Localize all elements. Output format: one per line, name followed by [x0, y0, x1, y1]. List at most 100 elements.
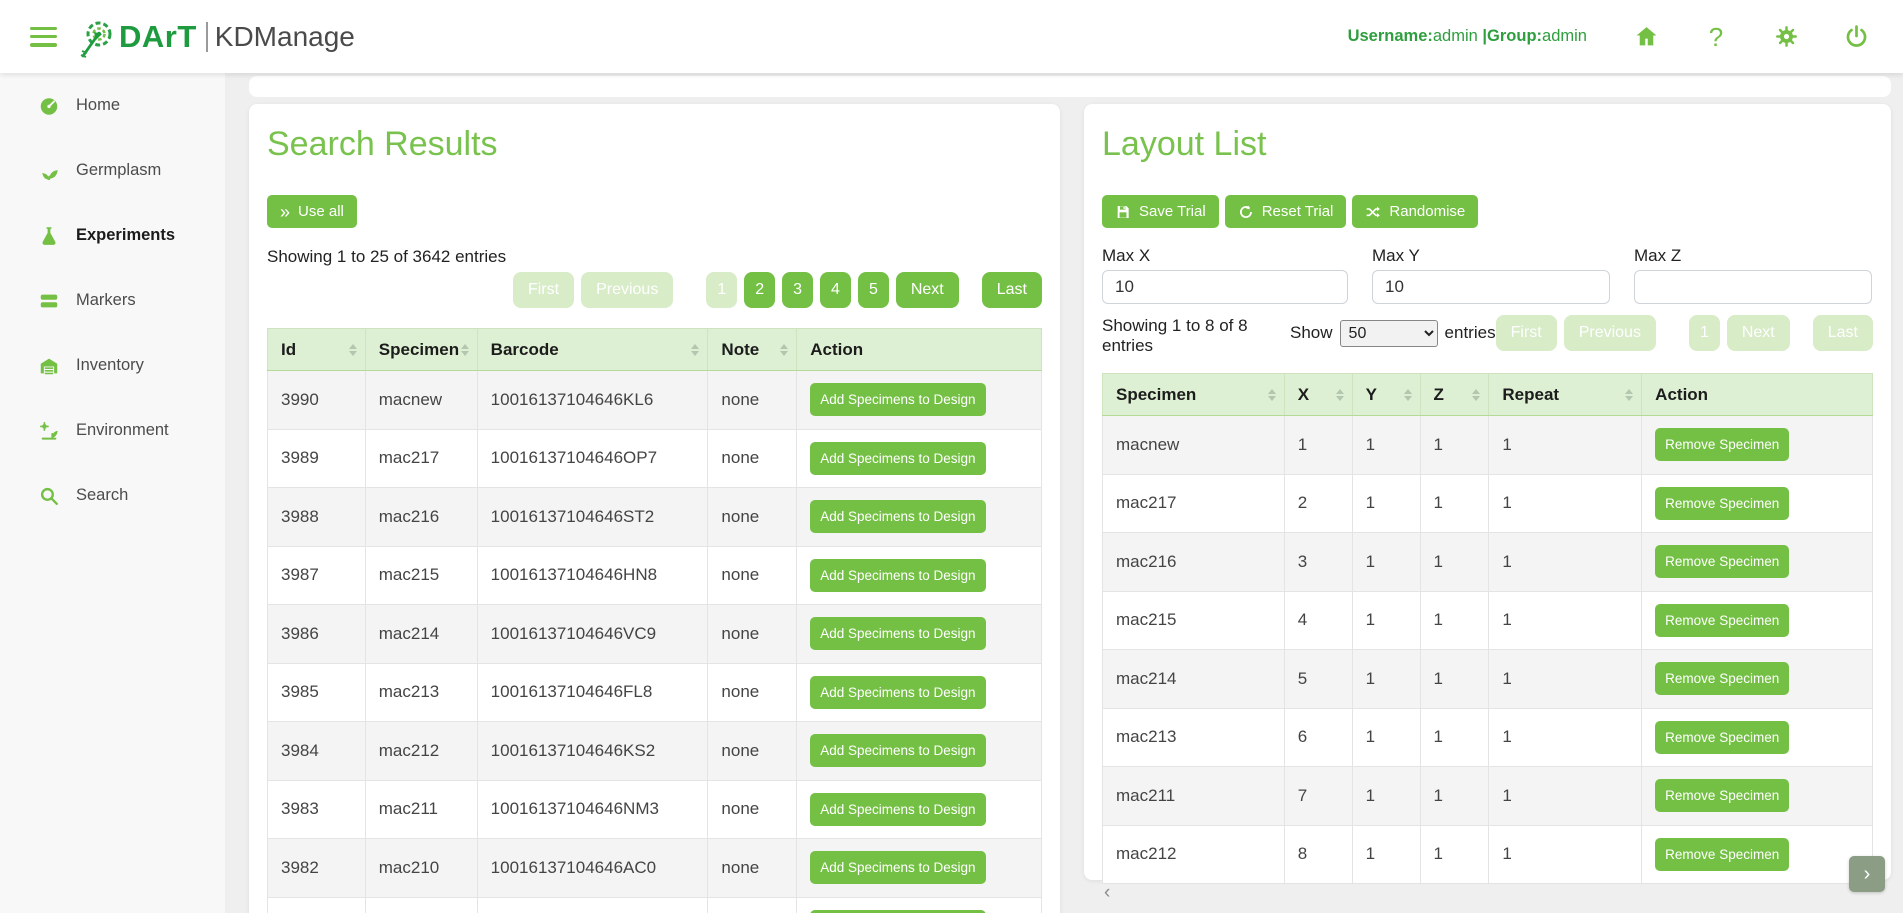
sort-icon: [1404, 389, 1412, 401]
help-icon[interactable]: ?: [1703, 24, 1729, 50]
add-specimens-button[interactable]: Add Specimens to Design: [810, 793, 985, 826]
max-x-input[interactable]: [1102, 270, 1348, 304]
page-button-next[interactable]: Next: [896, 272, 959, 308]
page-button-3[interactable]: 3: [782, 272, 813, 308]
page-button-previous[interactable]: Previous: [581, 272, 673, 308]
add-specimens-button[interactable]: Add Specimens to Design: [810, 500, 985, 533]
cell-note: none: [708, 429, 797, 488]
table-row: 3987mac21510016137104646HN8noneAdd Speci…: [268, 546, 1042, 605]
remove-specimen-button[interactable]: Remove Specimen: [1655, 604, 1789, 637]
column-header-x[interactable]: X: [1284, 374, 1352, 416]
brand-product-text: KDManage: [215, 21, 355, 53]
table-row: mac2163111Remove Specimen: [1103, 533, 1873, 592]
cell-y: 1: [1352, 591, 1420, 650]
add-specimens-button[interactable]: Add Specimens to Design: [810, 617, 985, 650]
table-row: 3984mac21210016137104646KS2noneAdd Speci…: [268, 722, 1042, 781]
dart-target-logo-icon: [77, 15, 117, 59]
column-header-z[interactable]: Z: [1420, 374, 1489, 416]
add-specimens-button[interactable]: Add Specimens to Design: [810, 442, 985, 475]
sidebar-item-markers[interactable]: Markers: [0, 268, 225, 333]
remove-specimen-button[interactable]: Remove Specimen: [1655, 838, 1789, 871]
table-row: mac2154111Remove Specimen: [1103, 591, 1873, 650]
add-specimens-button[interactable]: Add Specimens to Design: [810, 559, 985, 592]
page-button-first[interactable]: First: [1496, 315, 1557, 351]
page-size-select[interactable]: 50: [1340, 320, 1438, 347]
sidebar-item-germplasm[interactable]: Germplasm: [0, 138, 225, 203]
page-button-1[interactable]: 1: [706, 272, 737, 308]
sort-icon: [1268, 389, 1276, 401]
power-icon[interactable]: [1843, 24, 1869, 50]
remove-specimen-button[interactable]: Remove Specimen: [1655, 662, 1789, 695]
column-header-note[interactable]: Note: [708, 329, 797, 371]
page-button-5[interactable]: 5: [858, 272, 889, 308]
page-button-last[interactable]: Last: [1813, 315, 1873, 351]
brand-logo[interactable]: DArT KDManage: [77, 15, 355, 59]
remove-specimen-button[interactable]: Remove Specimen: [1655, 545, 1789, 578]
sidebar-item-search[interactable]: Search: [0, 463, 225, 528]
randomise-button[interactable]: Randomise: [1352, 195, 1478, 228]
page-button-last[interactable]: Last: [982, 272, 1042, 308]
table-row: 3988mac21610016137104646ST2noneAdd Speci…: [268, 488, 1042, 547]
remove-specimen-button[interactable]: Remove Specimen: [1655, 721, 1789, 754]
brand-dart-text: DArT: [119, 19, 197, 55]
cell-action: Remove Specimen: [1642, 416, 1873, 475]
add-specimens-button[interactable]: Add Specimens to Design: [810, 851, 985, 884]
hamburger-menu-icon[interactable]: [30, 27, 57, 47]
cell-specimen: mac216: [365, 488, 477, 547]
reset-trial-button[interactable]: Reset Trial: [1225, 195, 1347, 228]
page-button-4[interactable]: 4: [820, 272, 851, 308]
save-trial-button[interactable]: Save Trial: [1102, 195, 1219, 228]
column-header-y[interactable]: Y: [1352, 374, 1420, 416]
collapsed-top-panel: [249, 76, 1891, 97]
sort-icon: [691, 344, 699, 356]
cell-specimen: mac215: [1103, 591, 1285, 650]
layout-list-table: SpecimenXYZRepeatActionmacnew1111Remove …: [1102, 373, 1873, 884]
use-all-button[interactable]: » Use all: [267, 195, 357, 228]
page-button-previous[interactable]: Previous: [1564, 315, 1656, 351]
cell-id: 3986: [268, 605, 366, 664]
column-header-id[interactable]: Id: [268, 329, 366, 371]
sort-icon: [461, 344, 469, 356]
column-header-barcode[interactable]: Barcode: [477, 329, 708, 371]
max-x-label: Max X: [1102, 248, 1348, 264]
page-button-next[interactable]: Next: [1727, 315, 1790, 351]
remove-specimen-button[interactable]: Remove Specimen: [1655, 779, 1789, 812]
cell-action: Add Specimens to Design: [797, 429, 1042, 488]
remove-specimen-button[interactable]: Remove Specimen: [1655, 487, 1789, 520]
cell-action: Remove Specimen: [1642, 591, 1873, 650]
cell-specimen: mac210: [365, 839, 477, 898]
cell-action: Remove Specimen: [1642, 650, 1873, 709]
settings-icon[interactable]: [1773, 24, 1799, 50]
add-specimens-button[interactable]: Add Specimens to Design: [810, 734, 985, 767]
column-header-action: Action: [797, 329, 1042, 371]
scroll-right-button[interactable]: ›: [1849, 856, 1885, 892]
page-button-first[interactable]: First: [513, 272, 574, 308]
layout-list-hscrollbar: ‹: [1102, 885, 1873, 901]
cell-y: 1: [1352, 650, 1420, 709]
column-header-specimen[interactable]: Specimen: [1103, 374, 1285, 416]
chevron-left-icon[interactable]: ‹: [1102, 885, 1110, 901]
page-button-1[interactable]: 1: [1689, 315, 1720, 351]
cell-action: Add Specimens to Design: [797, 546, 1042, 605]
sidebar-item-inventory[interactable]: Inventory: [0, 333, 225, 398]
add-specimens-button[interactable]: Add Specimens to Design: [810, 676, 985, 709]
cell-action: Remove Specimen: [1642, 767, 1873, 826]
sidebar-item-experiments[interactable]: Experiments: [0, 203, 225, 268]
search-results-table: IdSpecimenBarcodeNoteAction3990macnew100…: [267, 328, 1042, 913]
sidebar-item-home[interactable]: Home: [0, 73, 225, 138]
cell-specimen: mac211: [1103, 767, 1285, 826]
max-y-input[interactable]: [1372, 270, 1610, 304]
cell-repeat: 1: [1489, 767, 1642, 826]
column-header-specimen[interactable]: Specimen: [365, 329, 477, 371]
cell-id: 3984: [268, 722, 366, 781]
add-specimens-button[interactable]: Add Specimens to Design: [810, 383, 985, 416]
cell-repeat: 1: [1489, 591, 1642, 650]
cell-z: 1: [1420, 708, 1489, 767]
column-header-repeat[interactable]: Repeat: [1489, 374, 1642, 416]
home-icon[interactable]: [1633, 24, 1659, 50]
cell-specimen: mac212: [365, 722, 477, 781]
sidebar-item-environment[interactable]: Environment: [0, 398, 225, 463]
remove-specimen-button[interactable]: Remove Specimen: [1655, 428, 1789, 461]
max-z-input[interactable]: [1634, 270, 1872, 304]
page-button-2[interactable]: 2: [744, 272, 775, 308]
